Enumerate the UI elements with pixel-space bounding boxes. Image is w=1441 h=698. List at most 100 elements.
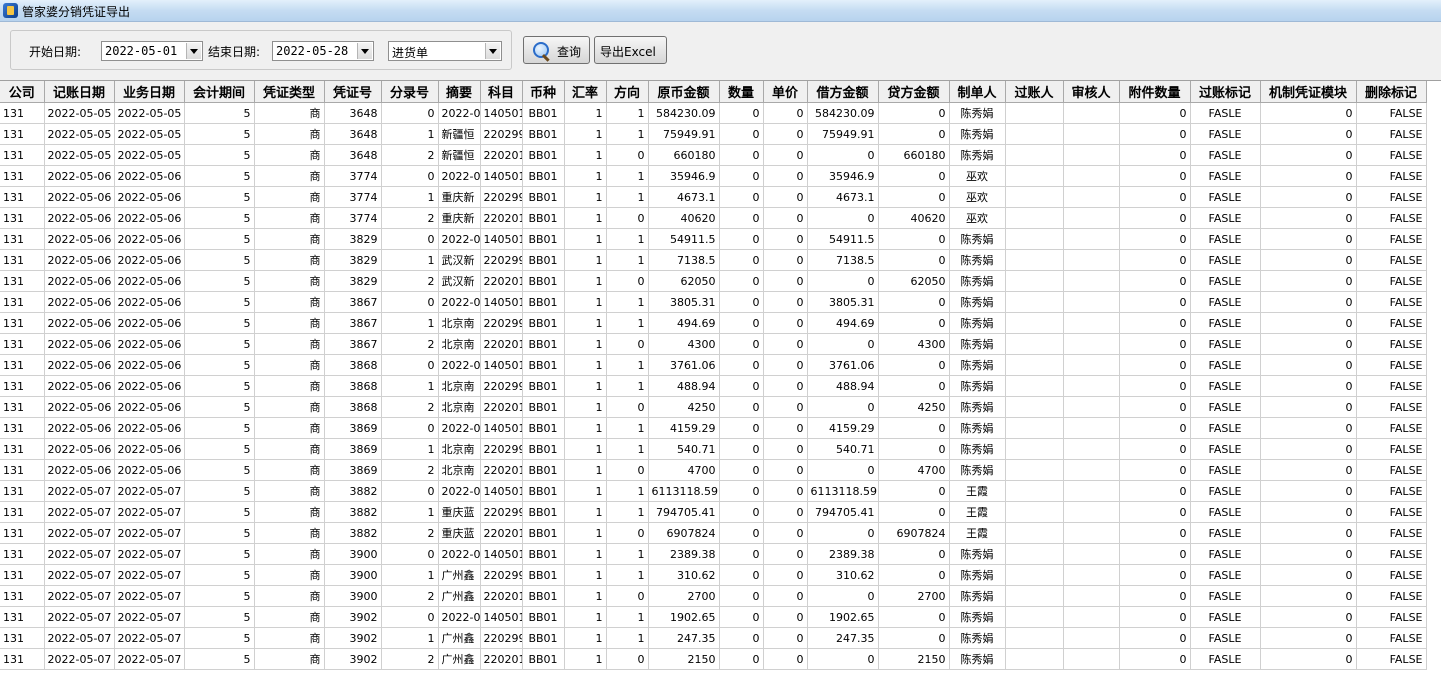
cell-debit[interactable]: 0: [807, 207, 879, 229]
cell-currency[interactable]: BB01: [522, 375, 565, 397]
cell-post-date[interactable]: 2022-05-07: [44, 627, 115, 649]
cell-post-date[interactable]: 2022-05-07: [44, 480, 115, 502]
cell-voucher-no[interactable]: 3882: [324, 480, 382, 502]
cell-account[interactable]: 220299: [480, 123, 523, 145]
cell-module[interactable]: 0: [1260, 375, 1357, 397]
cell-voucher-type[interactable]: 商: [254, 648, 325, 670]
cell-price[interactable]: 0: [763, 648, 808, 670]
cell-poster[interactable]: [1005, 522, 1064, 544]
cell-post-flag[interactable]: FASLE: [1190, 396, 1261, 418]
cell-auditor[interactable]: [1063, 438, 1120, 460]
cell-summary[interactable]: 广州鑫: [438, 648, 481, 670]
cell-account[interactable]: 140501: [480, 228, 523, 250]
cell-entry-no[interactable]: 2: [381, 459, 439, 481]
cell-auditor[interactable]: [1063, 144, 1120, 166]
cell-biz-date[interactable]: 2022-05-05: [114, 123, 185, 145]
cell-voucher-no[interactable]: 3902: [324, 606, 382, 628]
cell-delete-flag[interactable]: FALSE: [1356, 648, 1427, 670]
col-header-module[interactable]: 机制凭证模块: [1260, 81, 1357, 103]
cell-account[interactable]: 220299: [480, 186, 523, 208]
cell-delete-flag[interactable]: FALSE: [1356, 144, 1427, 166]
cell-auditor[interactable]: [1063, 375, 1120, 397]
cell-post-date[interactable]: 2022-05-07: [44, 585, 115, 607]
cell-account[interactable]: 220299: [480, 627, 523, 649]
table-row[interactable]: 131 2022-05-06 2022-05-06 5 商 3774 0 2022-0 1405…: [0, 165, 1427, 187]
cell-summary[interactable]: 2022-0: [438, 291, 481, 313]
cell-post-flag[interactable]: FASLE: [1190, 186, 1261, 208]
cell-delete-flag[interactable]: FALSE: [1356, 270, 1427, 292]
cell-voucher-no[interactable]: 3867: [324, 291, 382, 313]
cell-entry-no[interactable]: 2: [381, 333, 439, 355]
cell-period[interactable]: 5: [184, 186, 255, 208]
cell-rate[interactable]: 1: [564, 585, 607, 607]
cell-period[interactable]: 5: [184, 648, 255, 670]
cell-debit[interactable]: 0: [807, 144, 879, 166]
cell-period[interactable]: 5: [184, 543, 255, 565]
cell-orig-amount[interactable]: 54911.5: [648, 228, 720, 250]
cell-price[interactable]: 0: [763, 417, 808, 439]
cell-biz-date[interactable]: 2022-05-07: [114, 543, 185, 565]
cell-account[interactable]: 140501: [480, 165, 523, 187]
cell-module[interactable]: 0: [1260, 501, 1357, 523]
cell-voucher-type[interactable]: 商: [254, 207, 325, 229]
col-header-direction[interactable]: 方向: [606, 81, 649, 103]
cell-period[interactable]: 5: [184, 375, 255, 397]
cell-orig-amount[interactable]: 75949.91: [648, 123, 720, 145]
cell-rate[interactable]: 1: [564, 564, 607, 586]
cell-rate[interactable]: 1: [564, 291, 607, 313]
cell-summary[interactable]: 武汉新: [438, 270, 481, 292]
cell-voucher-no[interactable]: 3869: [324, 417, 382, 439]
cell-entry-no[interactable]: 1: [381, 312, 439, 334]
cell-biz-date[interactable]: 2022-05-06: [114, 438, 185, 460]
cell-orig-amount[interactable]: 488.94: [648, 375, 720, 397]
cell-period[interactable]: 5: [184, 417, 255, 439]
cell-post-flag[interactable]: FASLE: [1190, 312, 1261, 334]
cell-biz-date[interactable]: 2022-05-07: [114, 606, 185, 628]
cell-credit[interactable]: 0: [878, 354, 950, 376]
cell-post-flag[interactable]: FASLE: [1190, 228, 1261, 250]
cell-voucher-type[interactable]: 商: [254, 564, 325, 586]
cell-qty[interactable]: 0: [719, 270, 764, 292]
cell-rate[interactable]: 1: [564, 186, 607, 208]
cell-currency[interactable]: BB01: [522, 165, 565, 187]
cell-post-flag[interactable]: FASLE: [1190, 333, 1261, 355]
cell-rate[interactable]: 1: [564, 501, 607, 523]
cell-currency[interactable]: BB01: [522, 291, 565, 313]
cell-post-date[interactable]: 2022-05-06: [44, 228, 115, 250]
cell-post-date[interactable]: 2022-05-06: [44, 354, 115, 376]
cell-voucher-type[interactable]: 商: [254, 144, 325, 166]
export-excel-button[interactable]: 导出Excel: [594, 36, 667, 64]
cell-module[interactable]: 0: [1260, 228, 1357, 250]
cell-price[interactable]: 0: [763, 564, 808, 586]
cell-summary[interactable]: 北京南: [438, 312, 481, 334]
cell-entry-no[interactable]: 1: [381, 123, 439, 145]
cell-orig-amount[interactable]: 4300: [648, 333, 720, 355]
cell-direction[interactable]: 0: [606, 522, 649, 544]
cell-preparer[interactable]: 陈秀娟: [949, 417, 1006, 439]
cell-qty[interactable]: 0: [719, 312, 764, 334]
cell-module[interactable]: 0: [1260, 627, 1357, 649]
table-row[interactable]: 131 2022-05-07 2022-05-07 5 商 3900 1 广州鑫 220299 B…: [0, 564, 1427, 586]
cell-account[interactable]: 140501: [480, 291, 523, 313]
cell-voucher-no[interactable]: 3829: [324, 270, 382, 292]
cell-price[interactable]: 0: [763, 606, 808, 628]
cell-qty[interactable]: 0: [719, 396, 764, 418]
cell-poster[interactable]: [1005, 102, 1064, 124]
table-row[interactable]: 131 2022-05-07 2022-05-07 5 商 3882 1 重庆蓝 220299 B…: [0, 501, 1427, 523]
col-header-price[interactable]: 单价: [763, 81, 808, 103]
cell-credit[interactable]: 660180: [878, 144, 950, 166]
cell-entry-no[interactable]: 1: [381, 375, 439, 397]
cell-auditor[interactable]: [1063, 102, 1120, 124]
cell-direction[interactable]: 1: [606, 102, 649, 124]
cell-post-flag[interactable]: FASLE: [1190, 207, 1261, 229]
cell-qty[interactable]: 0: [719, 417, 764, 439]
cell-price[interactable]: 0: [763, 186, 808, 208]
cell-rate[interactable]: 1: [564, 627, 607, 649]
cell-qty[interactable]: 0: [719, 144, 764, 166]
cell-company[interactable]: 131: [0, 102, 45, 124]
cell-entry-no[interactable]: 2: [381, 522, 439, 544]
cell-summary[interactable]: 广州鑫: [438, 627, 481, 649]
cell-poster[interactable]: [1005, 228, 1064, 250]
cell-entry-no[interactable]: 0: [381, 165, 439, 187]
cell-price[interactable]: 0: [763, 207, 808, 229]
